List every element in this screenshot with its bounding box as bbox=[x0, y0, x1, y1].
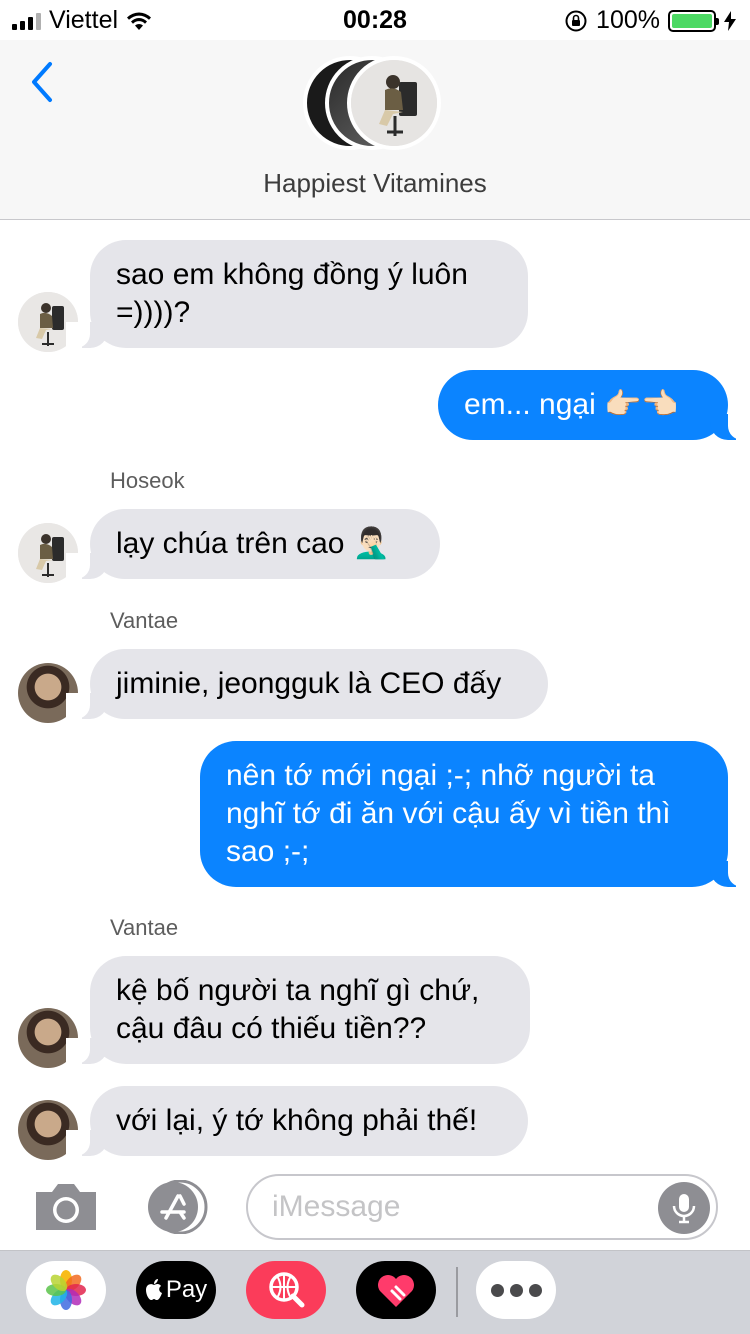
group-name[interactable]: Happiest Vitamines bbox=[0, 168, 750, 199]
digital-touch-app-button[interactable] bbox=[356, 1261, 436, 1319]
camera-icon[interactable] bbox=[32, 1180, 100, 1234]
more-dot bbox=[509, 1283, 523, 1297]
photos-icon bbox=[46, 1270, 86, 1310]
status-bar: Viettel 00:28 100% bbox=[0, 0, 750, 40]
message-field[interactable] bbox=[246, 1174, 718, 1240]
sender-name: Vantae bbox=[110, 915, 179, 940]
globe-search-icon bbox=[269, 1272, 305, 1308]
app-drawer: Pay bbox=[0, 1250, 750, 1334]
conversation-header: Happiest Vitamines bbox=[0, 40, 750, 220]
battery-icon bbox=[668, 9, 719, 32]
member-avatar bbox=[347, 56, 441, 150]
apple-pay-label: Pay bbox=[165, 1276, 208, 1303]
sender-name: Vantae bbox=[110, 608, 179, 633]
image-search-app-button[interactable] bbox=[246, 1261, 326, 1319]
back-chevron-icon[interactable] bbox=[26, 58, 66, 108]
apple-pay-app-button[interactable]: Pay bbox=[136, 1261, 216, 1319]
message-input[interactable] bbox=[272, 1190, 642, 1224]
group-avatars[interactable] bbox=[303, 56, 443, 156]
charging-icon bbox=[724, 10, 736, 31]
microphone-icon bbox=[672, 1194, 696, 1224]
message-list[interactable]: sao em không đồng ý luôn =))))? em... ng… bbox=[0, 220, 750, 1170]
orientation-lock-icon bbox=[565, 10, 587, 31]
apple-logo-icon bbox=[145, 1279, 162, 1300]
compose-bar bbox=[0, 1168, 750, 1250]
more-dot bbox=[490, 1283, 504, 1297]
sender-name: Hoseok bbox=[110, 468, 185, 493]
incoming-message[interactable]: sao em không đồng ý luôn =))))? bbox=[66, 240, 528, 348]
battery-percent: 100% bbox=[596, 6, 660, 34]
incoming-message[interactable]: jiminie, jeongguk là CEO đấy bbox=[66, 649, 548, 719]
incoming-message[interactable]: với lại, ý tớ không phải thế! bbox=[66, 1086, 528, 1156]
photos-app-button[interactable] bbox=[26, 1261, 106, 1319]
incoming-message[interactable]: kệ bố người ta nghĩ gì chứ, cậu đâu có t… bbox=[66, 956, 530, 1064]
microphone-button[interactable] bbox=[658, 1182, 710, 1234]
heart-touch-icon bbox=[378, 1275, 414, 1307]
outgoing-message[interactable]: em... ngại 👉🏻👈🏻 bbox=[438, 370, 750, 440]
more-dot bbox=[528, 1283, 542, 1297]
drawer-divider bbox=[456, 1267, 458, 1317]
status-right: 100% bbox=[564, 6, 736, 35]
more-apps-button[interactable] bbox=[476, 1261, 556, 1319]
incoming-message[interactable]: lạy chúa trên cao 🤦🏻‍♂️ bbox=[66, 509, 440, 579]
outgoing-message[interactable]: nên tớ mới ngại ;-; nhỡ người ta nghĩ tớ… bbox=[200, 741, 750, 887]
app-store-icon[interactable] bbox=[140, 1180, 212, 1234]
